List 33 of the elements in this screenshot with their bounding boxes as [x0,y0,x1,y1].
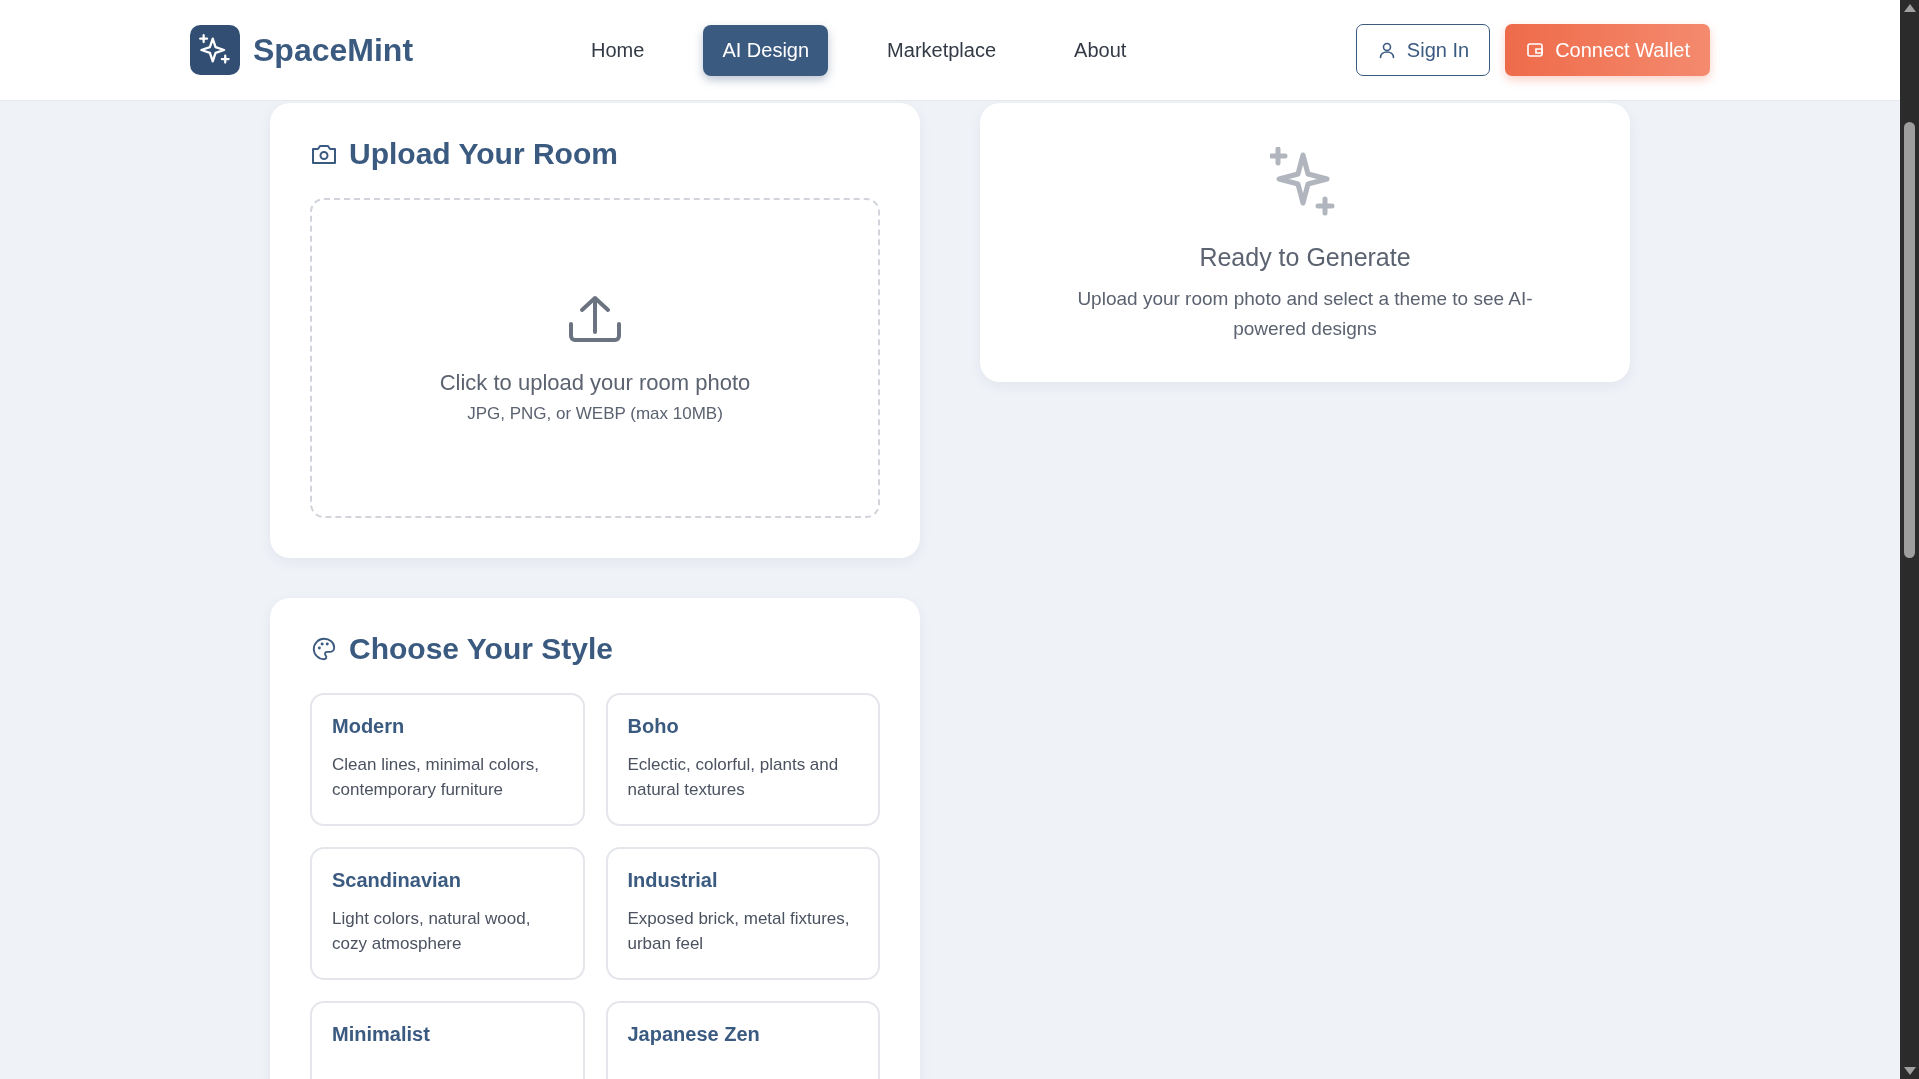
nav-link[interactable]: About [1055,24,1146,76]
style-name: Modern [332,715,406,738]
upload-dropzone[interactable]: Click to upload your room photo JPG, PNG, or WEBP (max 10MB) [310,198,880,518]
result-title: Ready to Generate [1199,243,1411,272]
style-name: Japanese Zen [627,1023,761,1046]
style-option[interactable]: Modern Clean lines, minimal colors, contemporary furniture [310,693,585,826]
wallet-icon [1525,40,1546,60]
style-description: Light colors, natural wood, cozy atmosphere [332,908,532,955]
file-format-hint: JPG, PNG, or WEBP (max 10MB) [467,404,723,424]
style-name: Minimalist [332,1023,431,1046]
style-description: Exposed brick, metal fixtures, urban feel [627,908,851,955]
style-description: Clean lines, minimal colors, contemporary furniture [332,754,540,801]
nav-link[interactable]: AI Design [703,24,829,76]
style-name: Boho [627,715,680,738]
result-message: Upload your room photo and select a theme to see AI-powered designs [1076,287,1534,341]
style-option[interactable]: Industrial Exposed brick, metal fixtures, urban feel [605,847,880,980]
brand-name[interactable]: SpaceMint [253,31,414,69]
style-option[interactable]: Japanese Zen [605,1001,880,1079]
section-title: Upload Your Room [349,137,618,171]
style-name: Industrial [627,869,719,892]
section-title: Choose Your Style [349,632,613,666]
style-option[interactable]: Boho Eclectic, colorful, plants and natural textures [605,693,880,826]
style-description: Eclectic, colorful, plants and natural textures [627,754,840,801]
sign-in-button[interactable]: Sign In [1355,24,1491,76]
style-option[interactable]: Minimalist [310,1001,585,1079]
nav-link[interactable]: Home [572,24,664,76]
style-name: Scandinavian [332,869,462,892]
palette-icon [310,636,338,662]
sparkle-logo-icon[interactable] [190,25,240,75]
upload-prompt: Click to upload your room photo [439,370,751,396]
scrollbar[interactable] [1900,0,1919,1079]
nav-link[interactable]: Marketplace [868,24,1016,76]
style-option[interactable]: Scandinavian Light colors, natural wood, cozy atmosphere [310,847,585,980]
